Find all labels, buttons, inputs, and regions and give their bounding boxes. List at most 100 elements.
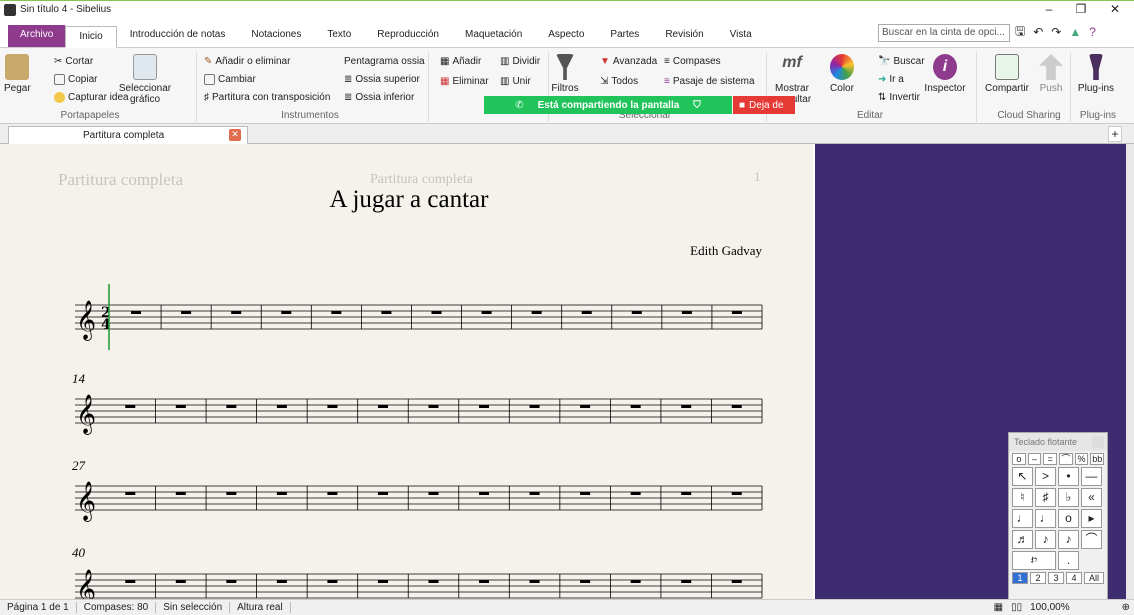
measure-number: 27 [72, 458, 86, 473]
whole-rest [181, 311, 192, 314]
select-all-button[interactable]: ⇲ Todos [600, 76, 638, 87]
tab-texto[interactable]: Texto [314, 25, 364, 47]
close-button[interactable]: ✕ [1100, 1, 1130, 19]
tab-reproduccion[interactable]: Reproducción [364, 25, 452, 47]
tab-aspecto[interactable]: Aspecto [535, 25, 597, 47]
delete-bars-button[interactable]: ▦ Eliminar [440, 76, 489, 87]
zoom-in-icon[interactable]: ⊕ [1122, 602, 1130, 613]
plugin-icon [1089, 54, 1103, 80]
paste-button[interactable]: Pegar [4, 54, 31, 94]
page-layout-icon[interactable]: ▯▯ [1011, 602, 1022, 613]
tab-partes[interactable]: Partes [597, 25, 652, 47]
whole-rest [231, 311, 242, 314]
copy-button[interactable]: Copiar [54, 74, 97, 85]
tab-vista[interactable]: Vista [717, 25, 765, 47]
push-button[interactable]: Push [1036, 54, 1066, 94]
keypad-key[interactable]: bb [1090, 453, 1105, 465]
keypad-key[interactable]: ♭ [1058, 488, 1079, 507]
redo-icon[interactable]: ↷ [1051, 25, 1061, 39]
ossia-below-button[interactable]: ≣ Ossia inferior [344, 92, 414, 103]
transposing-score-button[interactable]: ♯ Partitura con transposición [204, 92, 330, 103]
filters-button[interactable]: Filtros [550, 54, 580, 94]
share-button[interactable]: Compartir [982, 54, 1032, 94]
tab-revision[interactable]: Revisión [652, 25, 716, 47]
keypad-key[interactable]: o [1012, 453, 1026, 465]
keypad-key[interactable]: o [1058, 509, 1079, 528]
keypad-key[interactable]: ♩ [1035, 509, 1056, 528]
close-tab-icon[interactable]: ✕ [229, 129, 241, 141]
keypad-close-icon[interactable] [1092, 436, 1104, 448]
keypad-tab[interactable]: 4 [1066, 572, 1082, 584]
paste-label: Pegar [4, 83, 31, 94]
status-pitch[interactable]: Altura real [230, 602, 291, 613]
advanced-filter-button[interactable]: ▼ Avanzada [600, 56, 657, 67]
undo-icon[interactable]: ↶ [1033, 25, 1043, 39]
select-bars-button[interactable]: ≡ Compases [664, 56, 721, 67]
go-to-button[interactable]: ➜ Ir a [878, 74, 904, 85]
keypad-key[interactable]: ⌒ [1081, 530, 1102, 549]
save-icon[interactable]: 🖫 [1015, 22, 1025, 43]
keypad-key[interactable]: — [1081, 467, 1102, 486]
keypad-key[interactable]: ♪ [1035, 530, 1056, 549]
go-to-label: Ir a [889, 74, 904, 85]
change-button[interactable]: Cambiar [204, 74, 256, 85]
tab-notaciones[interactable]: Notaciones [238, 25, 314, 47]
keypad-tab[interactable]: 1 [1012, 572, 1028, 584]
ossia-above-button[interactable]: ≣ Ossia superior [344, 74, 420, 85]
collapse-ribbon-icon[interactable]: ▲ [1069, 25, 1081, 39]
add-remove-button[interactable]: ✎ Añadir o eliminar [204, 56, 290, 67]
tab-archivo[interactable]: Archivo [8, 25, 66, 47]
score-title[interactable]: A jugar a cantar [330, 186, 490, 213]
select-graphic-button[interactable]: Seleccionar gráfico [118, 54, 172, 105]
score-page[interactable]: Partitura completa Partitura completa 1 … [0, 144, 813, 599]
ossia-staff-button[interactable]: Pentagrama ossia [344, 56, 425, 67]
ribbon-search-input[interactable]: Buscar en la cinta de opci... [878, 24, 1010, 42]
tab-maquetacion[interactable]: Maquetación [452, 25, 535, 47]
add-bars-button[interactable]: ▦ Añadir [440, 56, 481, 67]
keypad-key[interactable]: ↖ [1012, 467, 1033, 486]
keypad-tab[interactable]: 2 [1030, 572, 1046, 584]
select-graphic-icon [133, 54, 157, 80]
system-passage-button[interactable]: ≡ Pasaje de sistema [664, 76, 755, 87]
keypad-key[interactable]: ♪ [1058, 530, 1079, 549]
help-icon[interactable]: ? [1089, 25, 1096, 39]
add-tab-button[interactable]: + [1108, 126, 1122, 142]
composer[interactable]: Edith Gadvay [690, 243, 762, 258]
keypad-key[interactable]: = [1043, 453, 1058, 465]
keypad-key[interactable]: « [1081, 488, 1102, 507]
vertical-scrollbar[interactable] [1126, 144, 1134, 599]
keypad-key[interactable]: 𝄽𝄾 [1012, 551, 1056, 570]
keypad-key[interactable]: ♮ [1012, 488, 1033, 507]
whole-rest [428, 580, 439, 583]
keypad-key[interactable]: ♩ [1012, 509, 1033, 528]
whole-rest [276, 405, 287, 408]
color-button[interactable]: Color [828, 54, 856, 94]
keypad-key[interactable]: – [1027, 453, 1042, 465]
find-button[interactable]: 🔭 Buscar [878, 56, 925, 67]
join-button[interactable]: ▥ Unir [500, 76, 531, 87]
keypad-tab[interactable]: 3 [1048, 572, 1064, 584]
keypad-key[interactable]: ⌒ [1059, 453, 1073, 465]
keypad-key[interactable]: ♬ [1012, 530, 1033, 549]
tab-introduccion-notas[interactable]: Introducción de notas [117, 25, 239, 47]
keypad-key[interactable]: ▸ [1081, 509, 1102, 528]
keypad-tab[interactable]: All [1084, 572, 1104, 584]
cut-button[interactable]: ✂ Cortar [54, 56, 93, 67]
keypad-key[interactable]: > [1035, 467, 1056, 486]
tab-inicio[interactable]: Inicio [65, 26, 117, 48]
invert-button[interactable]: ⇅ Invertir [878, 92, 920, 103]
keypad-key[interactable]: . [1058, 551, 1079, 570]
split-button[interactable]: ▥ Dividir [500, 56, 540, 67]
keypad-key[interactable]: ♯ [1035, 488, 1056, 507]
zoom-value[interactable]: 100,00% [1030, 602, 1069, 613]
minimize-button[interactable]: – [1034, 1, 1064, 19]
stop-sharing-button[interactable]: ■ Deja de [733, 96, 795, 114]
restore-button[interactable]: ❐ [1066, 1, 1096, 19]
inspector-button[interactable]: i Inspector [922, 54, 968, 94]
group-cloud-sharing: Cloud Sharing [997, 110, 1061, 121]
keypad-key[interactable]: % [1074, 453, 1089, 465]
plugins-button[interactable]: Plug-ins [1072, 54, 1120, 94]
document-tab[interactable]: Partitura completa ✕ [8, 126, 248, 144]
view-mode-icon[interactable]: ▦ [994, 602, 1003, 613]
keypad-key[interactable]: • [1058, 467, 1079, 486]
